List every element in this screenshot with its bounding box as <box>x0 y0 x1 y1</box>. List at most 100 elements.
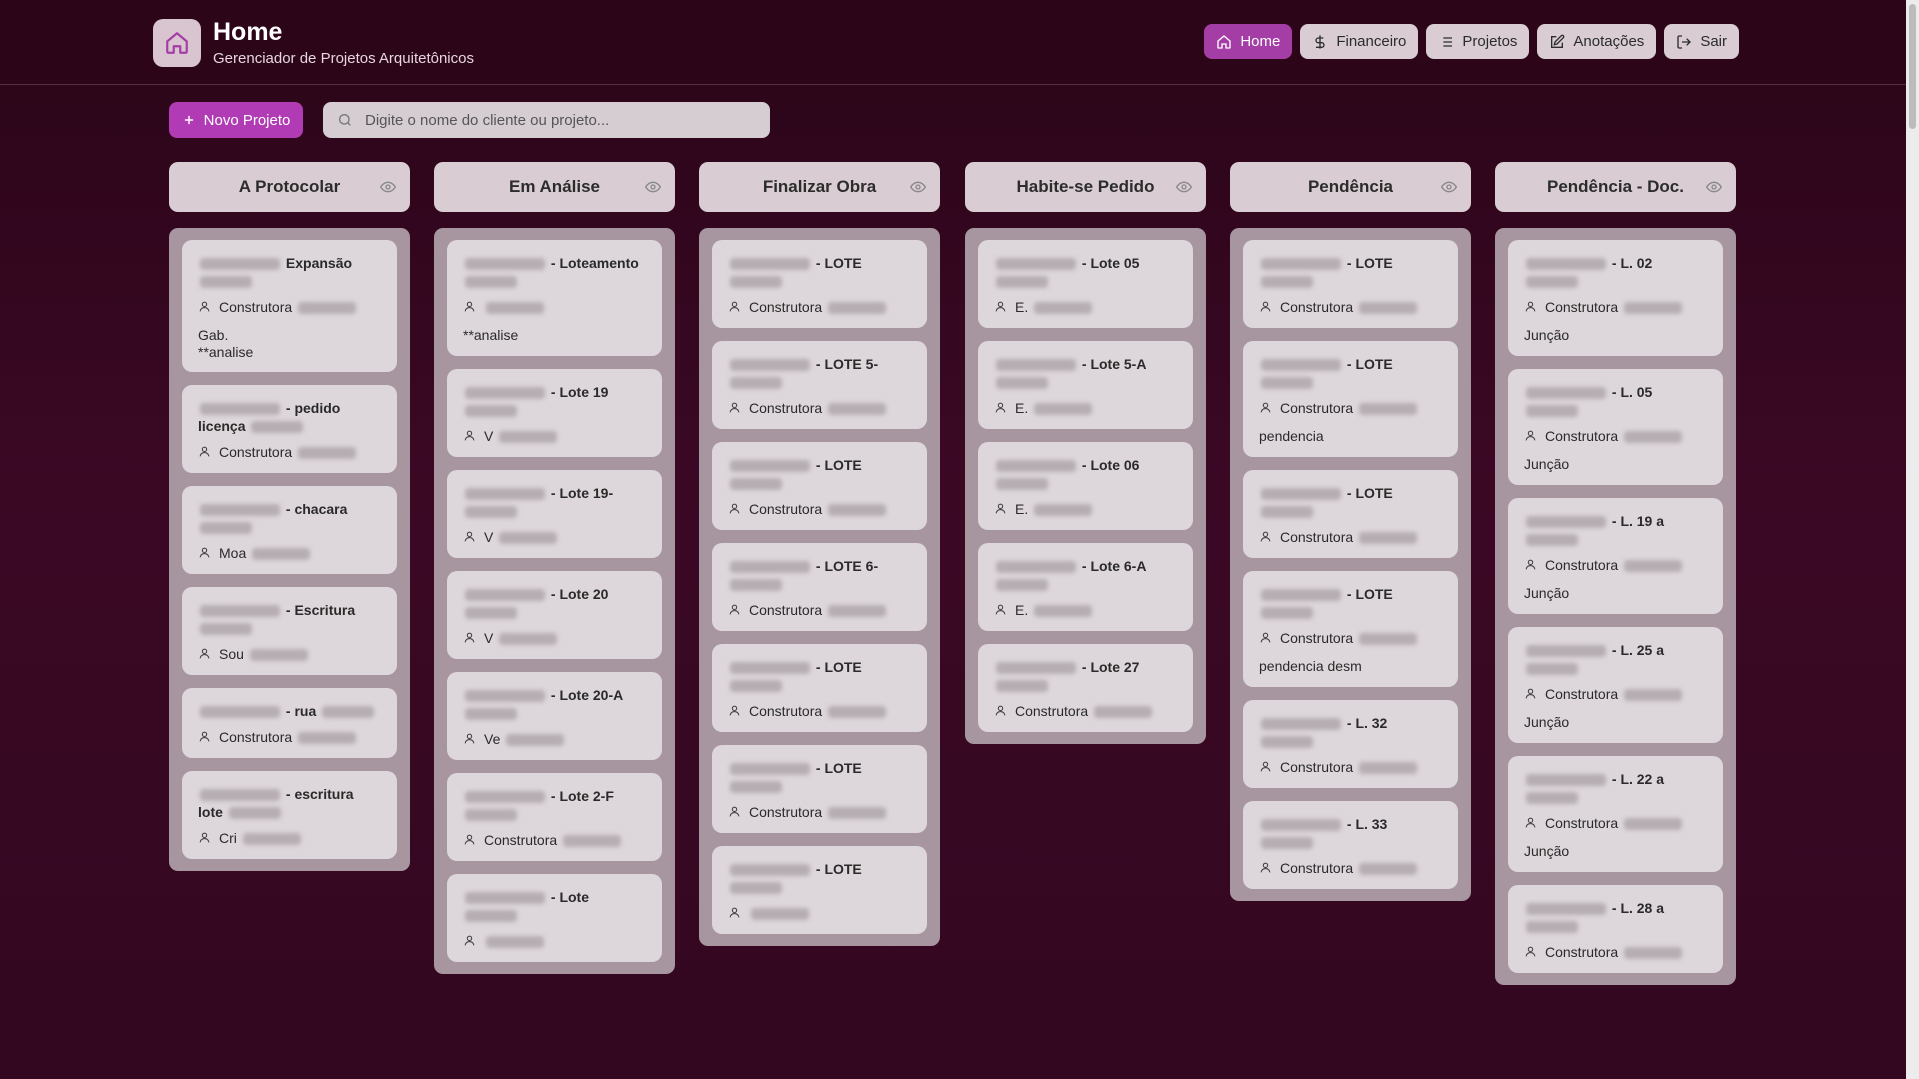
project-card[interactable]: - L. 02 Construtora Junção <box>1508 240 1723 356</box>
user-icon <box>1260 632 1271 643</box>
redacted-text <box>1034 605 1093 618</box>
project-card[interactable]: - LOTE Construtora <box>1243 240 1458 328</box>
card-title: - L. 33 <box>1259 815 1443 851</box>
project-card[interactable]: - LOTE Construtora <box>712 644 927 732</box>
redacted-text <box>249 649 308 662</box>
project-card[interactable]: - LOTE 6- Construtora <box>712 543 927 631</box>
card-title: - LOTE <box>728 860 912 896</box>
column-title: Finalizar Obra <box>762 177 877 196</box>
project-card[interactable]: - LOTE 5- Construtora <box>712 341 927 429</box>
project-card[interactable]: - Escritura Sou <box>182 587 397 675</box>
card-client: Construtora <box>1259 298 1443 316</box>
project-card[interactable]: - L. 05 Construtora Junção <box>1508 369 1723 485</box>
redacted-text <box>1034 504 1093 517</box>
eye-icon[interactable] <box>380 179 396 195</box>
scrollbar-thumb[interactable] <box>1909 4 1916 129</box>
eye-icon[interactable] <box>910 179 926 195</box>
column-title: Em Análise <box>508 177 601 196</box>
user-icon <box>729 705 740 716</box>
project-card[interactable]: - LOTE Construtora <box>712 745 927 833</box>
redacted-text <box>996 662 1076 675</box>
eye-icon[interactable] <box>1706 179 1722 195</box>
card-title: - LOTE <box>1259 355 1443 391</box>
card-title: - Lote 19 <box>463 383 647 419</box>
nav-financeiro-button[interactable]: Financeiro <box>1300 24 1419 59</box>
nav-home-button[interactable]: Home <box>1204 24 1293 59</box>
project-card[interactable]: - Lote 06 E. <box>978 442 1193 530</box>
redacted-text <box>730 460 810 473</box>
card-client-text: V <box>484 529 494 545</box>
card-client: Sou <box>198 645 382 663</box>
card-note: Junção <box>1524 456 1570 472</box>
card-client-text: E. <box>1015 602 1029 618</box>
project-card[interactable]: - Lote 20-A Ve <box>447 672 662 760</box>
card-client: Construtora <box>463 831 647 849</box>
project-card[interactable]: - LOTE Construtora <box>712 240 927 328</box>
project-card[interactable]: - rua Construtora <box>182 688 397 758</box>
project-card[interactable]: - pedido licença Construtora <box>182 385 397 473</box>
card-title: - L. 19 a <box>1524 512 1708 548</box>
card-title-text: - Lote 19 <box>550 384 609 400</box>
redacted-text <box>1034 403 1093 416</box>
card-client-text: Construtora <box>219 729 293 745</box>
user-icon <box>1260 402 1271 413</box>
page-scrollbar[interactable] <box>1906 0 1919 1079</box>
project-card[interactable]: - L. 33 Construtora <box>1243 801 1458 889</box>
redacted-text <box>499 431 558 444</box>
redacted-text <box>1624 689 1683 702</box>
project-card[interactable]: - LOTE Construtora <box>1243 470 1458 558</box>
project-card[interactable]: - Lote 19 V <box>447 369 662 457</box>
project-card[interactable]: - LOTE Construtora <box>712 442 927 530</box>
project-card[interactable]: - L. 22 a Construtora Junção <box>1508 756 1723 872</box>
card-client: Cri <box>198 829 382 847</box>
redacted-text <box>730 662 810 675</box>
project-card[interactable]: - Lote 27 Construtora <box>978 644 1193 732</box>
project-card[interactable]: - Lote 05 E. <box>978 240 1193 328</box>
card-client: Construtora <box>728 601 912 619</box>
project-card[interactable]: - L. 32 Construtora <box>1243 700 1458 788</box>
nav-sair-button[interactable]: Sair <box>1664 24 1739 59</box>
eye-icon[interactable] <box>1176 179 1192 195</box>
project-card[interactable]: - LOTE Construtora pendencia <box>1243 341 1458 457</box>
project-card[interactable]: - escritura lote Cri <box>182 771 397 859</box>
redacted-text <box>1526 792 1578 805</box>
redacted-text <box>996 377 1048 390</box>
project-card[interactable]: - Lote 5-A E. <box>978 341 1193 429</box>
user-icon <box>464 632 475 643</box>
card-client-text: Construtora <box>1280 860 1354 876</box>
user-icon <box>199 446 210 457</box>
nav-anotacoes-button[interactable]: Anotações <box>1537 24 1657 59</box>
project-card[interactable]: - LOTE <box>712 846 927 934</box>
project-card[interactable]: - L. 28 a Construtora <box>1508 885 1723 973</box>
card-title: - Lote 2-F <box>463 787 647 823</box>
project-card[interactable]: - L. 19 a Construtora Junção <box>1508 498 1723 614</box>
project-card[interactable]: - LOTE Construtora pendencia desm <box>1243 571 1458 687</box>
project-card[interactable]: - L. 25 a Construtora Junção <box>1508 627 1723 743</box>
project-card[interactable]: - Lote 2-F Construtora <box>447 773 662 861</box>
project-card[interactable]: - Lote 20 V <box>447 571 662 659</box>
project-card[interactable]: - Lote <box>447 874 662 962</box>
redacted-text <box>730 478 782 491</box>
redacted-text <box>1359 762 1418 775</box>
nav-anotacoes-label: Anotações <box>1573 33 1645 50</box>
card-client: Ve <box>463 730 647 748</box>
project-card[interactable]: Expansão Construtora Gab. **analise <box>182 240 397 372</box>
project-card[interactable]: - chacara Moa <box>182 486 397 574</box>
card-title-text: - LOTE <box>815 659 862 675</box>
nav-projetos-button[interactable]: Projetos <box>1426 24 1530 59</box>
redacted-text <box>465 488 545 501</box>
redacted-text <box>200 605 280 618</box>
search-input[interactable] <box>365 111 745 129</box>
project-card[interactable]: - Lote 19- V <box>447 470 662 558</box>
project-card[interactable]: - Loteamento **analise <box>447 240 662 356</box>
redacted-text <box>730 377 782 390</box>
user-icon <box>464 733 475 744</box>
eye-icon[interactable] <box>1441 179 1457 195</box>
card-client: Construtora <box>1524 556 1708 574</box>
project-card[interactable]: - Lote 6-A E. <box>978 543 1193 631</box>
board-column: Pendência - LOTE Construtora - LOTE Cons… <box>1230 162 1471 901</box>
column-header: A Protocolar <box>169 162 410 212</box>
redacted-text <box>996 680 1048 693</box>
eye-icon[interactable] <box>645 179 661 195</box>
new-project-button[interactable]: Novo Projeto <box>169 102 303 138</box>
